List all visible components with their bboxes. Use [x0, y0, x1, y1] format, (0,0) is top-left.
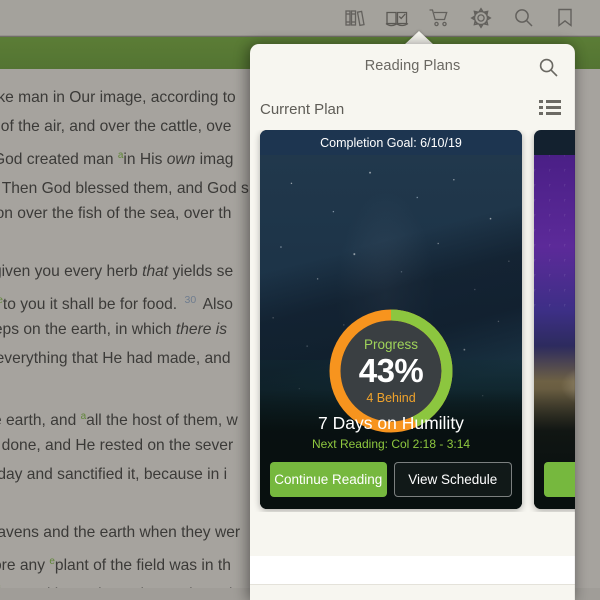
plan-card[interactable]: Wo Conti	[534, 130, 575, 509]
completion-goal-label: Completion Goal: 6/10/19	[260, 130, 522, 155]
plan-card-info: 7 Days on Humility Next Reading: Col 2:1…	[260, 413, 522, 509]
current-plan-label: Current Plan	[260, 100, 345, 118]
screen: nake man in Our image, according to ds o…	[0, 0, 600, 600]
popover-title: Reading Plans	[364, 58, 461, 74]
plan-card-actions: Conti	[544, 462, 575, 497]
list-view-icon[interactable]	[539, 100, 561, 118]
search-icon[interactable]	[535, 54, 561, 80]
plan-card-carousel[interactable]: Completion Goal: 6/10/19 Progress 43% 4 …	[250, 130, 575, 512]
popover-header: Reading Plans	[250, 44, 575, 88]
continue-reading-button[interactable]: Continue Reading	[270, 462, 387, 497]
popover-caret	[404, 31, 434, 45]
progress-label: Progress	[363, 336, 419, 352]
progress-percent: 43%	[358, 352, 424, 389]
panel-edge	[574, 44, 575, 600]
behind-count: 4 Behind	[366, 391, 416, 405]
current-plan-section-header: Current Plan	[250, 88, 575, 130]
view-schedule-button[interactable]: View Schedule	[393, 462, 512, 497]
plan-title: 7 Days on Humility	[318, 413, 464, 433]
reading-plans-popover: Reading Plans Current Plan Completion Go…	[250, 44, 575, 600]
next-reading-label: Next Reading: Col 2:18 - 3:14	[311, 437, 471, 451]
plan-title: Wo	[544, 438, 575, 459]
discover-section: Discover A New Reading Plan Featured See…	[250, 556, 575, 600]
plan-card-info: Wo Conti	[534, 438, 575, 509]
continue-reading-button[interactable]: Conti	[544, 462, 575, 497]
plan-card[interactable]: Completion Goal: 6/10/19 Progress 43% 4 …	[260, 130, 522, 509]
plan-card-actions: Continue Reading View Schedule	[270, 462, 512, 497]
